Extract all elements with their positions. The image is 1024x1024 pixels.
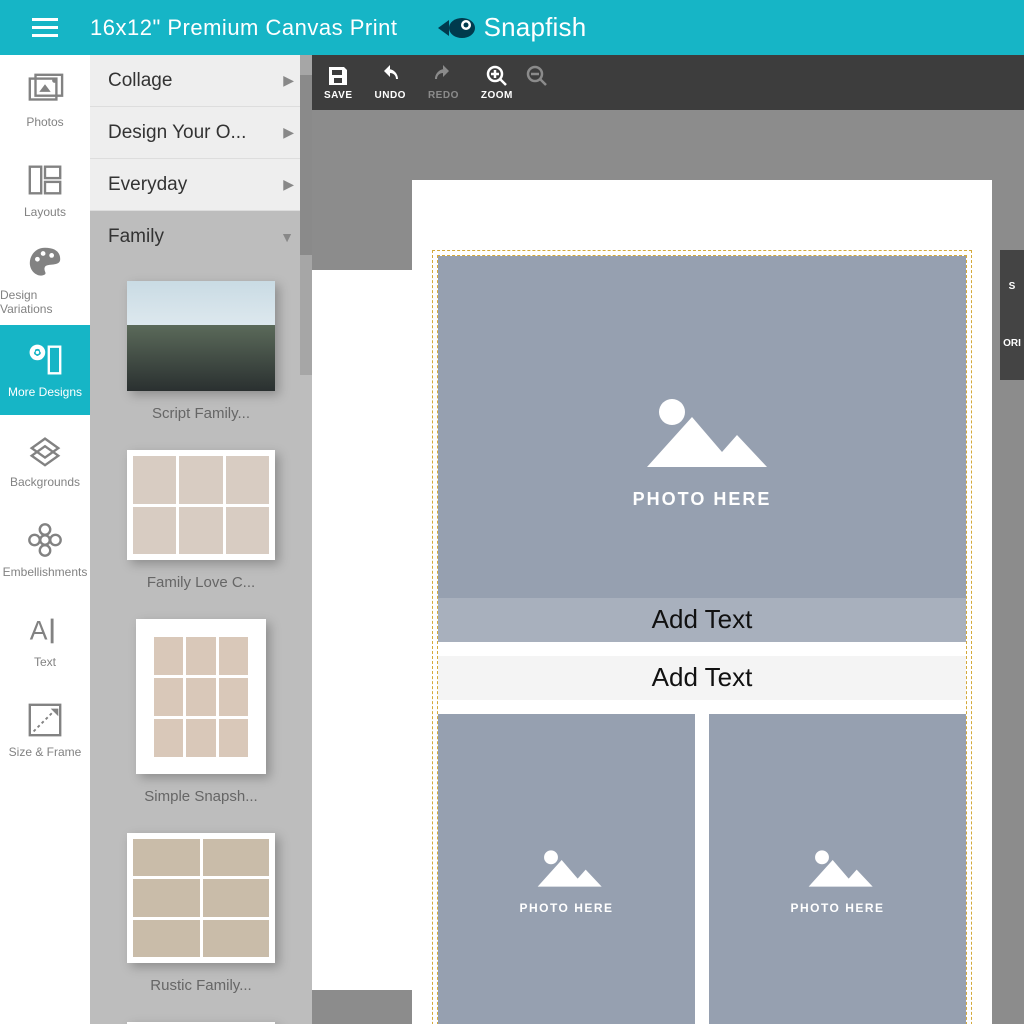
photo-slot-label: PHOTO HERE (519, 901, 613, 915)
category-collage[interactable]: Collage ▶ (90, 55, 312, 107)
hamburger-icon (32, 18, 58, 38)
zoom-in-button[interactable]: ZOOM (481, 64, 513, 101)
layouts-icon (26, 161, 64, 199)
canvas-stage: PHOTO HERE Add Text Add Text PHOTO HERE (312, 110, 1024, 1024)
text-field-overlay[interactable]: Add Text (438, 598, 966, 642)
menu-button[interactable] (0, 18, 90, 38)
undo-button[interactable]: UNDO (375, 64, 406, 101)
design-item[interactable]: Script Family... (90, 281, 312, 422)
thumbnail-image (127, 281, 275, 391)
size-frame-icon (26, 701, 64, 739)
design-item[interactable]: Family Love C... (90, 450, 312, 591)
photo-slot-small-right[interactable]: PHOTO HERE (709, 714, 966, 1024)
photo-slot-label: PHOTO HERE (633, 489, 772, 510)
tool-rail: Photos Layouts Design Variations More De… (0, 55, 90, 1024)
thumbnail-image (136, 619, 266, 774)
zoom-out-icon (525, 64, 549, 88)
photos-icon (26, 71, 64, 109)
action-label: UNDO (375, 90, 406, 101)
palette-icon (26, 244, 64, 282)
side-tab-line2: ORI (1003, 338, 1021, 349)
action-label: ZOOM (481, 90, 513, 101)
zoom-out-button (525, 64, 549, 101)
text-icon: A (26, 611, 64, 649)
backgrounds-icon (26, 431, 64, 469)
tool-label: Layouts (24, 205, 66, 219)
category-everyday[interactable]: Everyday ▶ (90, 159, 312, 211)
photo-slot-label: PHOTO HERE (790, 901, 884, 915)
image-placeholder-icon (527, 843, 607, 893)
image-placeholder-icon (798, 843, 878, 893)
category-family[interactable]: Family ▼ (90, 211, 312, 263)
chevron-right-icon: ▶ (283, 176, 294, 193)
tool-label: More Designs (8, 385, 82, 399)
tool-design-variations[interactable]: Design Variations (0, 235, 90, 325)
photo-slot-large[interactable]: PHOTO HERE Add Text (438, 256, 966, 642)
save-button[interactable]: SAVE (324, 64, 353, 101)
safe-zone: PHOTO HERE Add Text Add Text PHOTO HERE (437, 255, 967, 1024)
tool-label: Text (34, 655, 56, 669)
thumbnail-label: Rustic Family... (150, 977, 251, 994)
action-bar: SAVE UNDO REDO ZOOM (312, 55, 1024, 110)
thumbnail-label: Family Love C... (147, 574, 255, 591)
design-thumbnails: Script Family... Family Love C... Simple… (90, 263, 312, 1024)
category-design-your-own[interactable]: Design Your O... ▶ (90, 107, 312, 159)
design-panel: Collage ▶ Design Your O... ▶ Everyday ▶ … (90, 55, 312, 1024)
chevron-right-icon: ▶ (283, 72, 294, 89)
tool-label: Design Variations (0, 288, 90, 316)
tool-layouts[interactable]: Layouts (0, 145, 90, 235)
category-label: Family (108, 226, 164, 248)
tool-text[interactable]: A Text (0, 595, 90, 685)
fish-icon (438, 15, 478, 41)
thumbnail-image (127, 833, 275, 963)
category-label: Collage (108, 70, 172, 92)
safe-zone-outer: PHOTO HERE Add Text Add Text PHOTO HERE (432, 250, 972, 1024)
thumbnail-label: Script Family... (152, 405, 250, 422)
photo-slot-small-left[interactable]: PHOTO HERE (438, 714, 695, 1024)
side-tab-line1: S (1009, 281, 1016, 292)
tool-size-frame[interactable]: Size & Frame (0, 685, 90, 775)
scrollbar[interactable] (300, 55, 312, 375)
text-field[interactable]: Add Text (438, 656, 966, 700)
thumbnail-image (127, 450, 275, 560)
tool-more-designs[interactable]: More Designs (0, 325, 90, 415)
tool-label: Photos (26, 115, 63, 129)
tool-backgrounds[interactable]: Backgrounds (0, 415, 90, 505)
flower-icon (26, 521, 64, 559)
design-item[interactable]: Simple Snapsh... (90, 619, 312, 805)
undo-icon (378, 64, 402, 88)
design-item[interactable]: Rustic Family... (90, 833, 312, 994)
category-label: Design Your O... (108, 122, 246, 144)
chevron-down-icon: ▼ (280, 229, 294, 245)
redo-icon (431, 64, 455, 88)
category-label: Everyday (108, 174, 187, 196)
redo-button: REDO (428, 64, 459, 101)
tool-label: Backgrounds (10, 475, 80, 489)
top-bar: 16x12" Premium Canvas Print Snapfish (0, 0, 1024, 55)
thumbnail-label: Simple Snapsh... (144, 788, 257, 805)
chevron-right-icon: ▶ (283, 124, 294, 141)
more-designs-icon (26, 341, 64, 379)
canvas-area: SAVE UNDO REDO ZOOM (312, 55, 1024, 1024)
side-tab[interactable]: S ORI (1000, 250, 1024, 380)
tool-photos[interactable]: Photos (0, 55, 90, 145)
image-placeholder-icon (627, 387, 777, 477)
zoom-in-icon (485, 64, 509, 88)
product-title: 16x12" Premium Canvas Print (90, 15, 397, 41)
canvas[interactable]: PHOTO HERE Add Text Add Text PHOTO HERE (412, 180, 992, 1024)
scroll-thumb[interactable] (300, 75, 312, 255)
tool-label: Size & Frame (9, 745, 82, 759)
tool-embellishments[interactable]: Embellishments (0, 505, 90, 595)
action-label (535, 90, 538, 101)
svg-text:A: A (30, 616, 48, 646)
action-label: REDO (428, 90, 459, 101)
brand-name: Snapfish (484, 12, 587, 43)
save-icon (326, 64, 350, 88)
action-label: SAVE (324, 90, 353, 101)
tool-label: Embellishments (3, 565, 88, 579)
